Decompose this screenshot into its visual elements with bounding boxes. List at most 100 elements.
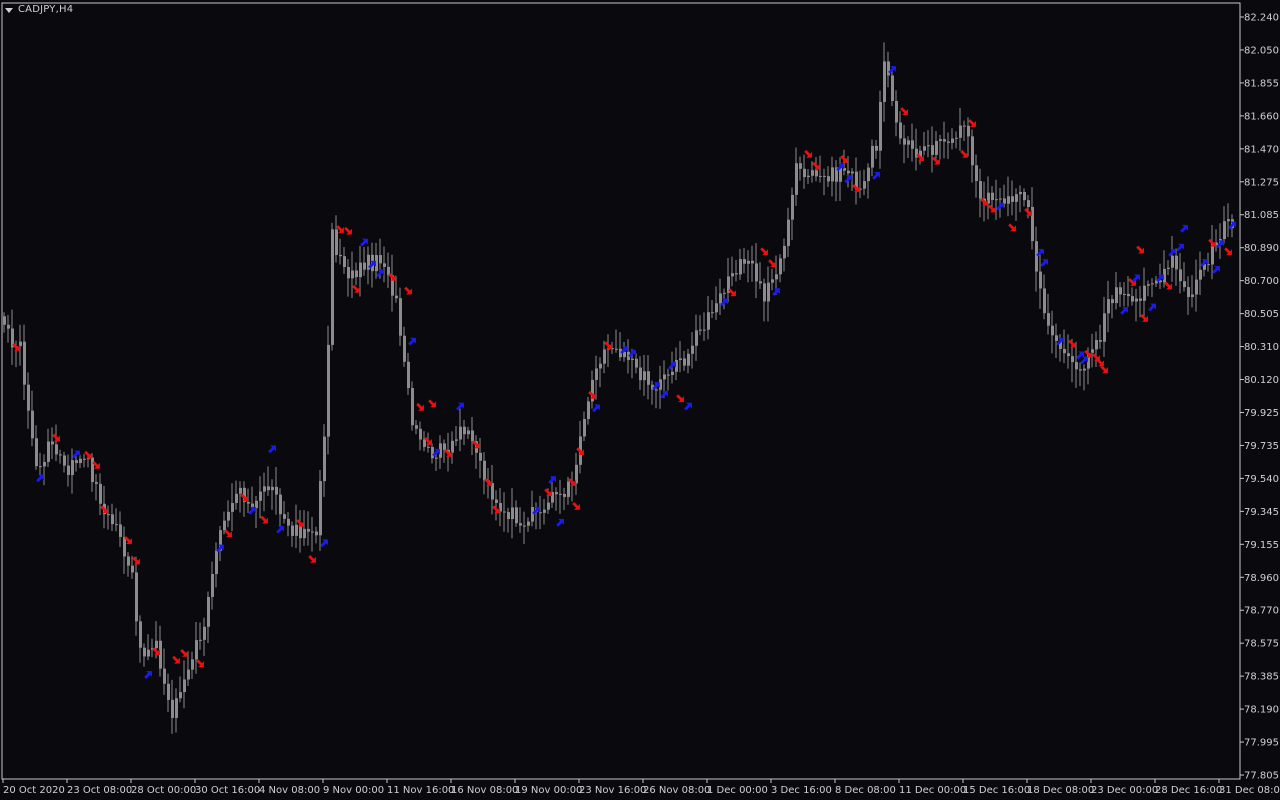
chart-window[interactable]: 82.240 82.050 81.855 81.660 81.470 81.275 81.0…: [0, 0, 1280, 800]
candle-body: [247, 501, 250, 504]
candle-body: [295, 524, 298, 536]
candle-body: [979, 181, 982, 199]
candle-body: [291, 525, 294, 536]
candle-body: [343, 256, 346, 267]
candle-body: [255, 500, 258, 509]
candle-body: [451, 440, 454, 453]
candle-body: [755, 263, 758, 282]
y-tick-label: 81.660: [1244, 111, 1279, 122]
candle-body: [1115, 287, 1118, 304]
candle-body: [1195, 279, 1198, 295]
triangle-down-icon[interactable]: [5, 8, 13, 13]
y-tick-label: 78.385: [1244, 672, 1279, 683]
candle-body: [1067, 353, 1070, 357]
candle-body: [1091, 349, 1094, 353]
candle-body: [799, 163, 802, 169]
y-tick-label: 78.190: [1244, 705, 1279, 716]
candle-body: [359, 262, 362, 278]
candle-body: [515, 507, 518, 524]
candle-body: [531, 507, 534, 522]
candle-body: [275, 486, 278, 495]
candle-body: [503, 511, 506, 513]
x-tick-label: 23 Oct 08:00: [67, 785, 132, 796]
y-tick-label: 81.085: [1244, 210, 1279, 221]
candle-body: [995, 199, 998, 201]
candle-body: [631, 358, 634, 360]
candle-body: [767, 282, 770, 302]
candle-body: [1123, 293, 1126, 295]
candle-body: [267, 486, 270, 491]
candle-body: [923, 146, 926, 151]
x-tick-label: 8 Dec 08:00: [835, 785, 896, 796]
x-tick-label: 15 Dec 16:00: [963, 785, 1030, 796]
candle-body: [867, 167, 870, 182]
x-tick-label: 4 Nov 08:00: [259, 785, 320, 796]
candle-body: [507, 512, 510, 520]
candle-body: [511, 507, 514, 520]
candle-body: [31, 410, 34, 439]
candle-body: [1147, 284, 1150, 286]
candle-body: [643, 371, 646, 381]
x-tick-label: 28 Oct 00:00: [131, 785, 196, 796]
candle-body: [395, 295, 398, 299]
candle-body: [695, 330, 698, 346]
candle-body: [1099, 340, 1102, 342]
candle-body: [687, 353, 690, 366]
candle-body: [1143, 285, 1146, 301]
x-tick-label: 31 Dec 08:00: [1219, 785, 1280, 796]
candle-body: [355, 270, 358, 278]
y-tick-label: 79.925: [1244, 408, 1279, 419]
candle-body: [23, 341, 26, 385]
candle-body: [179, 692, 182, 699]
y-tick-label: 80.310: [1244, 342, 1279, 353]
candle-body: [939, 139, 942, 141]
candle-body: [555, 492, 558, 495]
candle-body: [435, 457, 438, 459]
x-tick-label: 23 Nov 16:00: [579, 785, 646, 796]
price-chart[interactable]: 82.240 82.050 81.855 81.660 81.470 81.275 81.0…: [0, 0, 1280, 800]
candle-body: [235, 493, 238, 503]
candle-body: [879, 101, 882, 151]
candle-body: [315, 531, 318, 536]
x-tick-label: 3 Dec 16:00: [771, 785, 832, 796]
candle-body: [1151, 283, 1154, 285]
candle-body: [955, 137, 958, 139]
symbol-timeframe-label[interactable]: CADJPY,H4: [18, 4, 73, 15]
y-tick-label: 77.995: [1244, 738, 1279, 749]
candle-body: [127, 556, 130, 566]
candle-body: [1227, 219, 1230, 222]
candle-body: [1127, 293, 1130, 297]
candle-body: [751, 260, 754, 264]
candle-body: [35, 438, 38, 467]
candle-body: [639, 367, 642, 381]
candle-body: [187, 669, 190, 680]
y-tick-label: 79.735: [1244, 441, 1279, 452]
candle-body: [379, 255, 382, 264]
candle-body: [1175, 255, 1178, 270]
x-tick-label: 26 Nov 08:00: [643, 785, 710, 796]
candle-body: [967, 125, 970, 137]
candle-body: [431, 447, 434, 459]
candle-body: [999, 198, 1002, 200]
candle-body: [927, 145, 930, 147]
candle-body: [1063, 348, 1066, 354]
candle-body: [823, 175, 826, 177]
x-tick-label: 28 Dec 16:00: [1155, 785, 1222, 796]
candle-body: [27, 384, 30, 411]
x-tick-label: 19 Nov 00:00: [515, 785, 582, 796]
candle-body: [975, 165, 978, 182]
candle-body: [131, 565, 134, 573]
x-tick-label: 30 Oct 16:00: [195, 785, 260, 796]
candle-body: [455, 439, 458, 441]
candle-body: [39, 466, 42, 468]
candle-body: [463, 426, 466, 435]
x-tick-label: 11 Nov 16:00: [387, 785, 454, 796]
candle-body: [19, 341, 22, 347]
candle-body: [1171, 255, 1174, 268]
candle-body: [1107, 299, 1110, 314]
x-tick-label: 16 Nov 08:00: [451, 785, 518, 796]
candle-body: [735, 273, 738, 275]
candle-body: [971, 136, 974, 166]
candle-body: [811, 170, 814, 176]
candle-body: [55, 444, 58, 455]
